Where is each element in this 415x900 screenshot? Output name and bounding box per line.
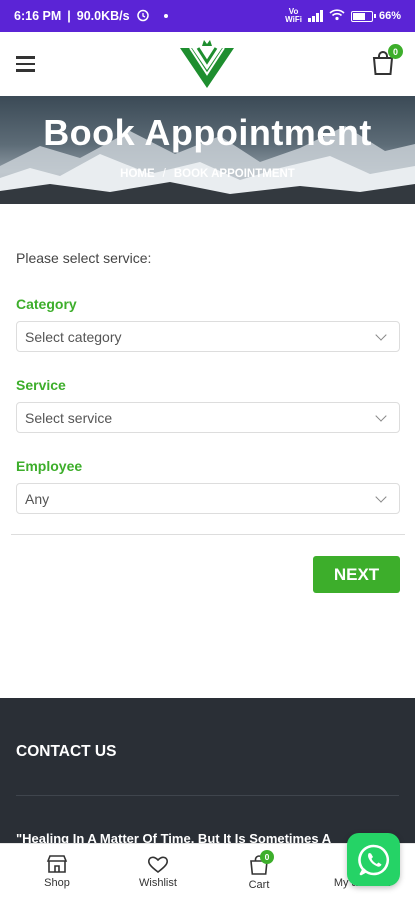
cart-count-badge: 0 — [388, 44, 403, 59]
wifi-icon — [329, 8, 345, 24]
heart-icon — [147, 856, 169, 874]
status-net-speed: 90.0KB/s — [76, 9, 130, 23]
next-button[interactable]: NEXT — [313, 556, 400, 593]
hero-banner: Book Appointment HOME / BOOK APPOINTMENT — [0, 96, 415, 204]
alarm-icon — [136, 8, 150, 25]
nav-cart[interactable]: 0 Cart — [238, 844, 280, 900]
brand-logo[interactable] — [176, 36, 238, 92]
nav-cart-count-badge: 0 — [260, 850, 274, 864]
category-select-value: Select category — [25, 328, 122, 345]
store-icon — [46, 855, 68, 873]
chevron-down-icon — [375, 490, 387, 503]
whatsapp-icon — [357, 844, 389, 875]
employee-select[interactable]: Any — [16, 483, 400, 514]
employee-label: Employee — [16, 458, 83, 474]
form-divider — [11, 534, 405, 535]
category-label: Category — [16, 296, 77, 312]
signal-icon — [307, 10, 323, 22]
service-select-value: Select service — [25, 409, 113, 426]
service-label: Service — [16, 377, 66, 393]
nav-wishlist[interactable]: Wishlist — [130, 844, 186, 900]
nav-shop-label: Shop — [44, 877, 70, 889]
volte-indicator: Vo WiFi — [285, 7, 302, 24]
battery-percent: 66% — [378, 10, 401, 22]
footer-divider — [16, 795, 399, 796]
chevron-down-icon — [375, 328, 387, 341]
nav-shop[interactable]: Shop — [36, 844, 78, 900]
footer-title: CONTACT US — [16, 743, 117, 760]
whatsapp-chat-button[interactable] — [347, 833, 400, 886]
nav-cart-label: Cart — [248, 879, 270, 891]
menu-icon[interactable] — [16, 56, 35, 72]
cart-icon[interactable]: 0 — [371, 44, 403, 76]
status-time: 6:16 PM — [14, 9, 62, 23]
app-header: 0 — [0, 32, 415, 96]
page-title: Book Appointment — [43, 112, 372, 153]
breadcrumb: HOME / BOOK APPOINTMENT — [0, 168, 415, 180]
notification-dot-icon — [163, 14, 168, 18]
chevron-down-icon — [375, 409, 387, 422]
nav-wishlist-label: Wishlist — [139, 877, 177, 889]
service-select[interactable]: Select service — [16, 402, 400, 433]
breadcrumb-separator: / — [162, 168, 166, 180]
status-bar: 6:16 PM | 90.0KB/s Vo WiFi 66% — [0, 0, 415, 32]
service-intro-text: Please select service: — [16, 250, 152, 266]
category-select[interactable]: Select category — [16, 321, 400, 352]
breadcrumb-home[interactable]: HOME — [120, 168, 155, 180]
employee-select-value: Any — [25, 490, 50, 507]
battery-icon — [350, 10, 376, 22]
breadcrumb-current: BOOK APPOINTMENT — [173, 168, 295, 180]
